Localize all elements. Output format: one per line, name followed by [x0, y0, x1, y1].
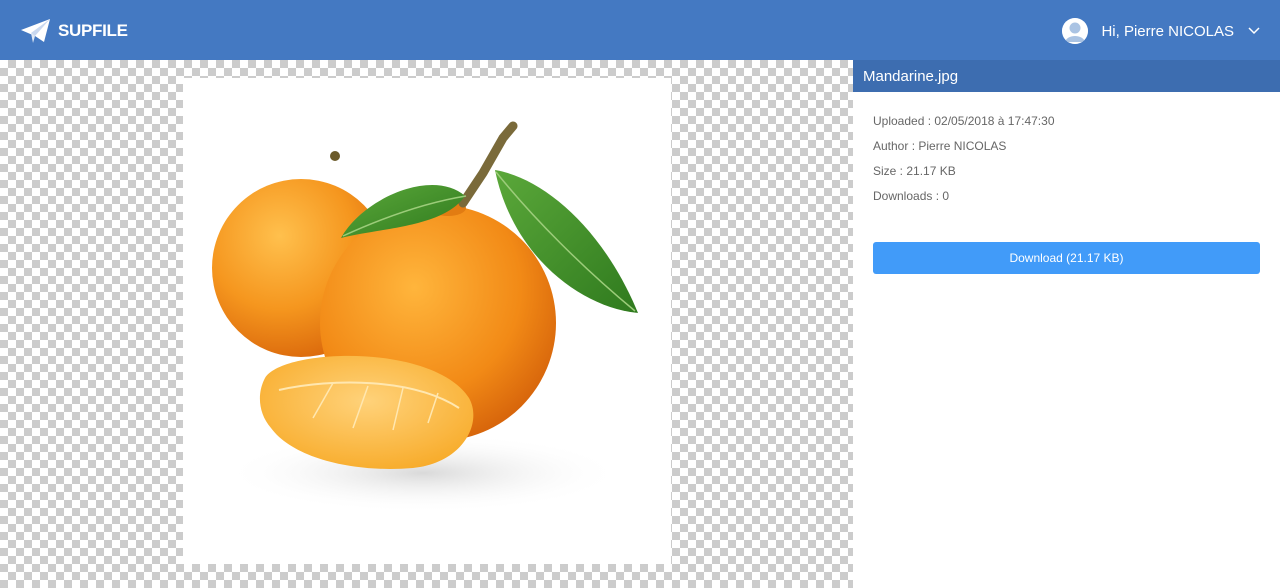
- file-details-panel: Mandarine.jpg Uploaded : 02/05/2018 à 17…: [853, 60, 1280, 588]
- author: Author : Pierre NICOLAS: [873, 139, 1007, 153]
- brand-name: SUPFILE: [58, 21, 128, 40]
- chevron-down-icon[interactable]: [1248, 27, 1260, 35]
- paper-plane-icon: [21, 19, 50, 43]
- brand-logo[interactable]: SUPFILE: [20, 17, 128, 45]
- file-size: Size : 21.17 KB: [873, 164, 956, 178]
- user-avatar-icon: [1062, 18, 1089, 44]
- app-header: SUPFILE Hi, Pierre NICOLAS: [0, 0, 1280, 60]
- mandarin-image: [183, 78, 671, 564]
- upload-date: Uploaded : 02/05/2018 à 17:47:30: [873, 114, 1055, 128]
- file-metadata: Uploaded : 02/05/2018 à 17:47:30 Author …: [853, 92, 1280, 214]
- image-preview-area: [0, 60, 853, 588]
- download-count: Downloads : 0: [873, 189, 950, 203]
- user-greeting: Hi, Pierre NICOLAS: [1101, 22, 1234, 40]
- user-menu[interactable]: Hi, Pierre NICOLAS: [1062, 17, 1260, 45]
- file-name-title: Mandarine.jpg: [853, 60, 1280, 92]
- download-button[interactable]: Download (21.17 KB): [873, 242, 1260, 274]
